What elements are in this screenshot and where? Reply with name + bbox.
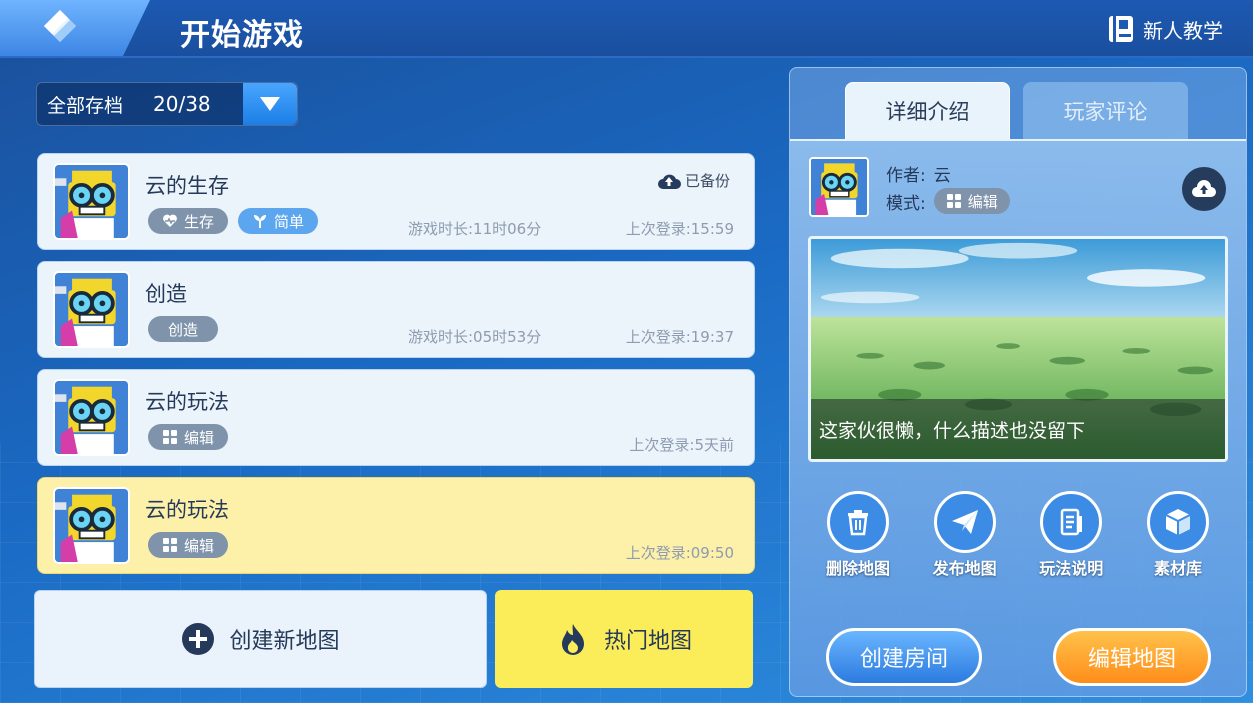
map-title: 云的玩法 [145, 498, 229, 522]
plus-circle-icon [182, 623, 215, 655]
map-tags: 编辑 [148, 424, 229, 450]
map-tags: 编辑 [148, 532, 229, 558]
author-label: 作者: [886, 166, 926, 186]
map-card-selected[interactable]: 云的玩法 编辑 上次登录:09:50 [37, 477, 755, 574]
mode-tag: 创造 [148, 316, 219, 342]
mode-label: 模式: [886, 193, 926, 214]
mode-tag: 编辑 [148, 424, 229, 450]
last-login: 上次登录:09:50 [625, 544, 734, 562]
robot-avatar-icon [55, 273, 128, 346]
edit-map-button[interactable]: 编辑地图 [1053, 628, 1211, 686]
cloud-upload-icon [1192, 180, 1216, 197]
mode-line: 模式: 编辑 [886, 188, 1010, 214]
create-room-button[interactable]: 创建房间 [826, 628, 982, 686]
upload-button[interactable] [1182, 167, 1226, 211]
create-map-label: 创建新地图 [229, 629, 340, 654]
map-tags: 生存 简单 [148, 208, 319, 234]
difficulty-tag: 简单 [238, 208, 319, 234]
play-time: 游戏时长:11时06分 [408, 220, 542, 238]
grid-icon [946, 194, 961, 208]
archive-label: 全部存档 [47, 94, 124, 117]
diamond-logo-icon [44, 10, 76, 42]
tutorial-label: 新人教学 [1143, 18, 1223, 43]
map-card[interactable]: 云的生存 生存 简单 游戏时长:11时06分 上次登录:15:59 已备份 [37, 153, 755, 250]
backup-status: 已备份 [657, 170, 730, 191]
grid-icon [163, 430, 177, 444]
mode-tag: 编辑 [933, 188, 1010, 214]
last-login: 上次登录:15:59 [625, 220, 734, 238]
hot-maps-label: 热门地图 [603, 629, 692, 654]
book-icon [1109, 16, 1133, 42]
map-avatar [53, 163, 130, 240]
robot-avatar-icon [55, 381, 128, 454]
trash-icon [848, 510, 868, 536]
author-value: 云 [933, 166, 951, 186]
archive-filter-select[interactable]: 全部存档 20/38 [36, 82, 298, 126]
map-title: 云的玩法 [145, 390, 229, 414]
author-line: 作者: 云 [886, 161, 951, 186]
delete-map-button[interactable]: 删除地图 [808, 491, 908, 579]
author-avatar [809, 157, 869, 217]
cube-icon [1165, 509, 1191, 535]
map-title: 云的生存 [145, 174, 229, 198]
delete-map-label: 删除地图 [825, 559, 890, 578]
map-avatar [53, 487, 130, 564]
map-preview: 这家伙很懒，什么描述也没留下 [808, 236, 1228, 462]
header-bar: 开始游戏 新人教学 [0, 0, 1253, 58]
mode-tag: 生存 [148, 208, 229, 234]
archive-count: 20/38 [153, 92, 211, 116]
detail-panel-body: 作者: 云 模式: 编辑 这家伙很懒，什么描述也没留下 删除地图 发布地图 玩法… [790, 139, 1246, 696]
mode-tag: 编辑 [148, 532, 229, 558]
publish-map-label: 发布地图 [932, 559, 997, 578]
map-card[interactable]: 云的玩法 编辑 上次登录:5天前 [37, 369, 755, 466]
map-title: 创造 [145, 282, 187, 306]
grid-icon [163, 538, 177, 552]
asset-library-button[interactable]: 素材库 [1128, 491, 1228, 579]
gameplay-guide-label: 玩法说明 [1039, 559, 1104, 578]
page-title: 开始游戏 [180, 18, 304, 53]
triangle-down-icon [260, 97, 280, 111]
asset-library-label: 素材库 [1153, 559, 1202, 578]
dropdown-button[interactable] [243, 83, 297, 125]
detail-panel: 详细介绍 玩家评论 作者: 云 模式: 编辑 这家伙很懒，什么描述也没留下 删除… [789, 67, 1247, 697]
heart-pulse-icon [163, 214, 177, 227]
map-card[interactable]: 创造 创造 游戏时长:05时53分 上次登录:19:37 [37, 261, 755, 358]
document-icon [1061, 508, 1083, 536]
gameplay-guide-button[interactable]: 玩法说明 [1021, 491, 1121, 579]
robot-avatar-icon [55, 165, 128, 238]
sprout-icon [254, 215, 267, 228]
last-login: 上次登录:19:37 [625, 328, 734, 346]
cloud-upload-icon [657, 174, 681, 189]
map-description: 这家伙很懒，什么描述也没留下 [811, 399, 1225, 459]
play-time: 游戏时长:05时53分 [408, 328, 542, 346]
tab-reviews[interactable]: 玩家评论 [1023, 82, 1188, 140]
robot-avatar-icon [55, 489, 128, 562]
last-login: 上次登录:5天前 [629, 436, 734, 454]
hot-maps-button[interactable]: 热门地图 [495, 590, 753, 688]
publish-map-button[interactable]: 发布地图 [915, 491, 1015, 579]
back-button[interactable] [0, 0, 150, 56]
map-avatar [53, 271, 130, 348]
flame-icon [561, 624, 584, 655]
tab-details[interactable]: 详细介绍 [845, 82, 1010, 140]
map-avatar [53, 379, 130, 456]
robot-avatar-icon [811, 159, 867, 215]
create-map-button[interactable]: 创建新地图 [34, 590, 487, 688]
tutorial-button[interactable]: 新人教学 [1107, 14, 1223, 44]
map-actions: 删除地图 发布地图 玩法说明 素材库 [808, 491, 1228, 579]
paper-plane-icon [951, 510, 978, 534]
map-tags: 创造 [148, 316, 219, 342]
